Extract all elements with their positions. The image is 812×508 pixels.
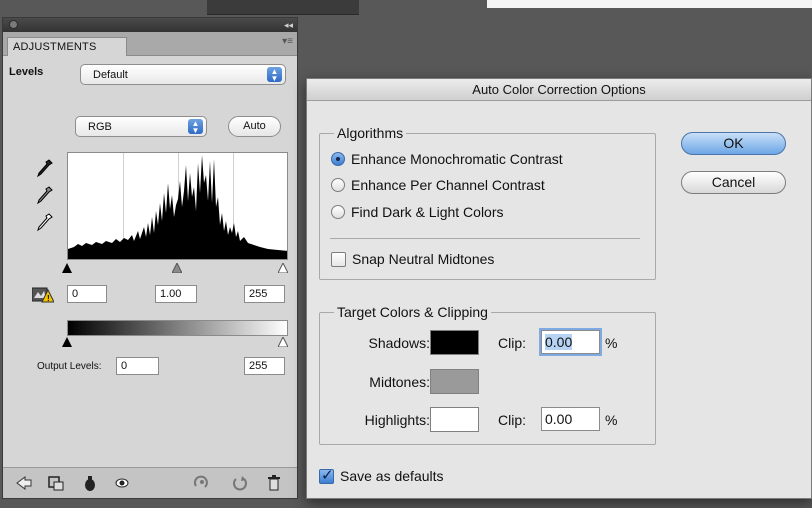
- highlights-label: Highlights:: [364, 412, 430, 428]
- input-levels-slider[interactable]: [62, 262, 288, 274]
- reset-icon[interactable]: [231, 474, 249, 492]
- shadows-clip-value: 0.00: [545, 334, 573, 350]
- output-black-field[interactable]: 0: [116, 357, 159, 375]
- auto-button[interactable]: Auto: [228, 116, 281, 137]
- eye-icon[interactable]: [113, 474, 131, 492]
- shadows-clip-input[interactable]: 0.00: [541, 330, 600, 354]
- channel-select[interactable]: RGB ▲ ▼: [75, 116, 207, 137]
- target-colors-group: Target Colors & Clipping Shadows: Clip: …: [319, 304, 656, 445]
- svg-text:!: !: [47, 294, 50, 303]
- cancel-button[interactable]: Cancel: [681, 171, 786, 194]
- input-white-field[interactable]: 255: [244, 285, 285, 303]
- panel-collapse-icon[interactable]: ◂◂: [284, 18, 293, 32]
- midtones-color-swatch[interactable]: [430, 369, 479, 394]
- ok-button[interactable]: OK: [681, 132, 786, 155]
- radio-label: Enhance Per Channel Contrast: [351, 177, 545, 193]
- output-black-handle[interactable]: [62, 337, 72, 347]
- checkbox[interactable]: [331, 251, 346, 267]
- group-divider: [330, 238, 640, 239]
- eyedropper-gray-icon[interactable]: [37, 185, 53, 205]
- background-window-strip-white: [487, 0, 812, 8]
- algorithms-group-label: Algorithms: [334, 125, 407, 141]
- radio-enhance-monochromatic[interactable]: Enhance Monochromatic Contrast: [331, 149, 563, 169]
- select-stepper-icon: ▲ ▼: [267, 67, 282, 83]
- panel-tabbar: ADJUSTMENTS ▾≡: [3, 32, 297, 56]
- checkbox-label: Snap Neutral Midtones: [352, 251, 495, 267]
- shadows-label: Shadows:: [368, 335, 430, 351]
- background-window-strip: [207, 0, 359, 15]
- panel-titlebar[interactable]: ◂◂: [3, 18, 297, 32]
- select-stepper-icon: ▲ ▼: [188, 119, 203, 135]
- trash-icon[interactable]: [265, 474, 283, 492]
- save-as-defaults-checkbox[interactable]: ✓ Save as defaults: [319, 466, 444, 486]
- checkmark-icon: ✓: [321, 466, 334, 484]
- output-levels-slider[interactable]: [62, 336, 288, 348]
- histogram-graph: [68, 155, 287, 259]
- output-white-field[interactable]: 255: [244, 357, 285, 375]
- clip-to-layer-icon[interactable]: [47, 474, 65, 492]
- adjustment-type-label: Levels: [9, 66, 44, 78]
- auto-color-correction-dialog: Auto Color Correction Options Algorithms…: [306, 78, 812, 499]
- radio-label: Enhance Monochromatic Contrast: [351, 151, 563, 167]
- radio-button[interactable]: [331, 205, 345, 219]
- eyedropper-black-icon[interactable]: [37, 158, 53, 178]
- panel-menu-icon[interactable]: ▾≡: [282, 36, 293, 47]
- target-colors-group-label: Target Colors & Clipping: [334, 304, 491, 320]
- midtones-label: Midtones:: [369, 374, 430, 390]
- tab-adjustments[interactable]: ADJUSTMENTS: [7, 37, 127, 56]
- preset-select[interactable]: Default ▲ ▼: [80, 64, 286, 85]
- panel-bottom-toolbar: [3, 467, 297, 498]
- shadows-clip-label: Clip:: [498, 335, 527, 351]
- output-gradient-bar: [67, 320, 288, 336]
- radio-button[interactable]: [331, 178, 345, 192]
- previous-state-icon[interactable]: [192, 474, 210, 492]
- histogram: [67, 152, 288, 260]
- radio-label: Find Dark & Light Colors: [351, 204, 504, 220]
- output-white-handle[interactable]: [278, 337, 288, 347]
- highlights-clip-input[interactable]: 0.00: [541, 407, 600, 431]
- input-black-field[interactable]: 0: [67, 285, 107, 303]
- percent-label: %: [605, 412, 618, 428]
- radio-button-selected[interactable]: [331, 152, 345, 166]
- shadows-color-swatch[interactable]: [430, 330, 479, 355]
- highlights-color-swatch[interactable]: [430, 407, 479, 432]
- panel-close-button[interactable]: [9, 20, 18, 29]
- back-arrow-icon[interactable]: [15, 474, 33, 492]
- radio-enhance-per-channel[interactable]: Enhance Per Channel Contrast: [331, 175, 545, 195]
- percent-label: %: [605, 335, 618, 351]
- snap-neutral-midtones-checkbox[interactable]: Snap Neutral Midtones: [331, 249, 494, 269]
- input-gamma-field[interactable]: 1.00: [155, 285, 197, 303]
- algorithms-group: Algorithms Enhance Monochromatic Contras…: [319, 125, 656, 280]
- checkbox-checked[interactable]: ✓: [319, 466, 334, 484]
- visibility-toggle-icon[interactable]: [81, 474, 99, 492]
- eyedropper-white-icon[interactable]: [37, 212, 53, 232]
- preset-value: Default: [93, 69, 128, 81]
- radio-find-dark-light[interactable]: Find Dark & Light Colors: [331, 202, 504, 222]
- highlights-clip-label: Clip:: [498, 412, 527, 428]
- output-levels-label: Output Levels:: [37, 361, 102, 372]
- checkbox-label: Save as defaults: [340, 468, 444, 484]
- gamma-handle[interactable]: [172, 263, 182, 273]
- white-point-handle[interactable]: [278, 263, 288, 273]
- dialog-title: Auto Color Correction Options: [307, 79, 811, 101]
- clipping-warning-icon[interactable]: !: [32, 286, 54, 304]
- channel-value: RGB: [88, 121, 112, 133]
- adjustments-panel: ◂◂ ADJUSTMENTS ▾≡ Levels Default ▲ ▼ RGB …: [2, 17, 298, 499]
- black-point-handle[interactable]: [62, 263, 72, 273]
